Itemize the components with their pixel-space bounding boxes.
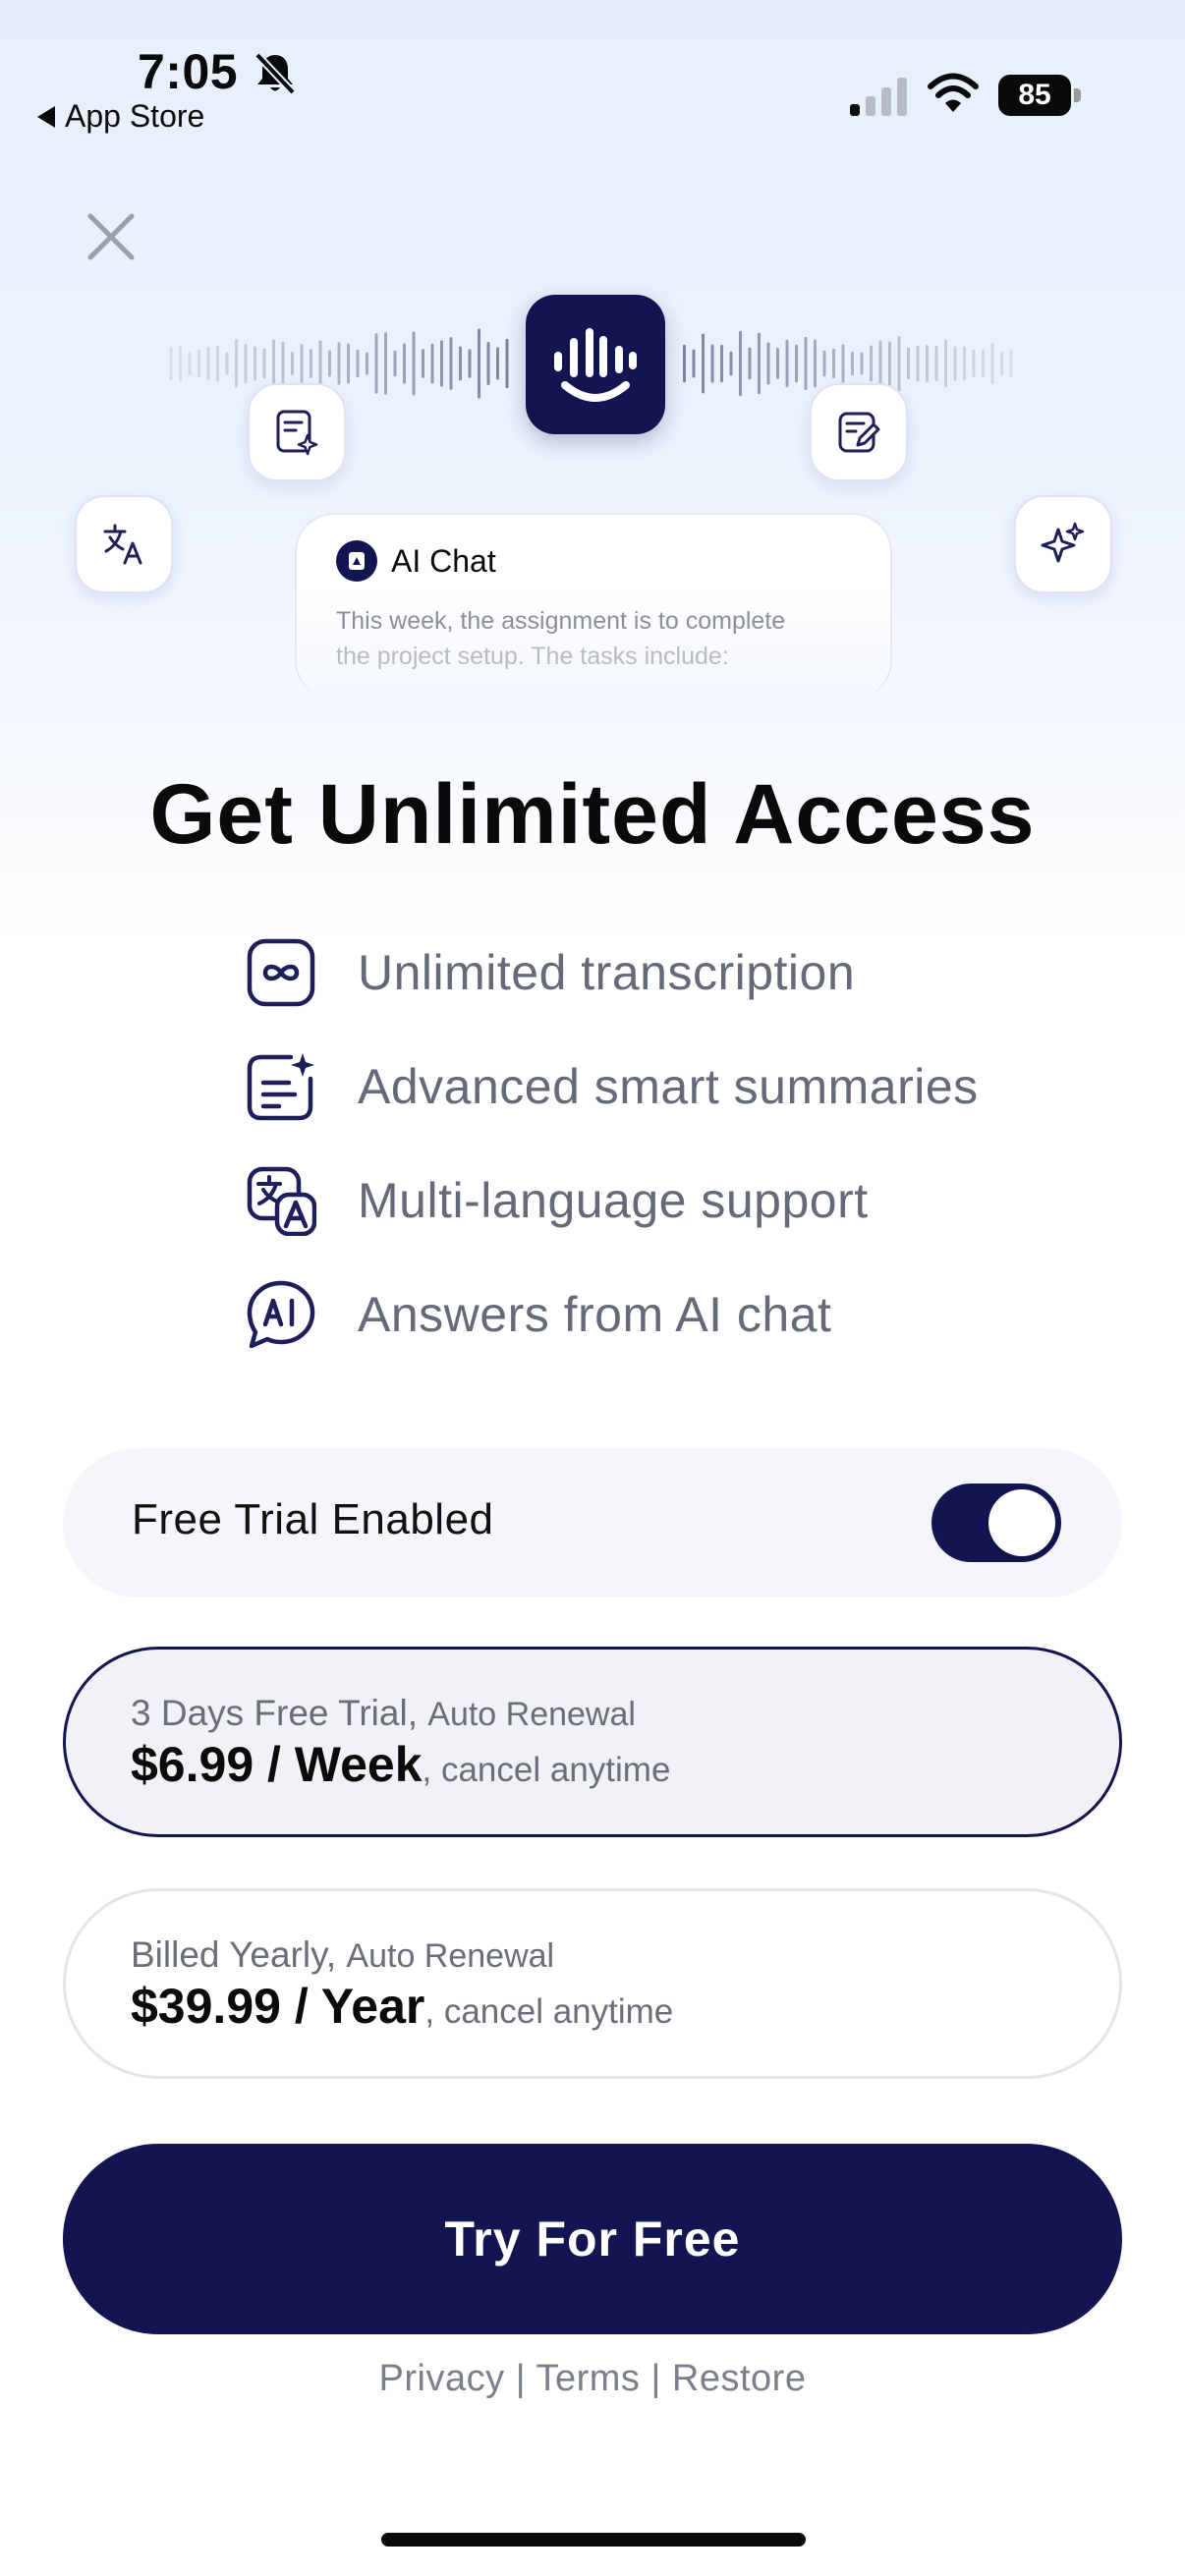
app-logo	[526, 295, 665, 434]
status-time: 7:05	[138, 44, 239, 99]
chat-line-2: the project setup. The tasks include:	[336, 643, 729, 670]
restore-link[interactable]: Restore	[672, 2358, 807, 2399]
plan-price-line: $39.99 / Year, cancel anytime	[131, 1978, 673, 2035]
cellular-signal-icon	[850, 78, 907, 116]
chat-card-title: AI Chat	[391, 542, 496, 579]
yearly-plan-option[interactable]: Billed Yearly, Auto Renewal $39.99 / Yea…	[63, 1888, 1122, 2079]
feature-item: Unlimited transcription	[246, 937, 855, 1008]
close-icon[interactable]	[83, 208, 140, 265]
bell-muted-icon	[254, 52, 296, 95]
terms-link[interactable]: Terms	[536, 2358, 640, 2399]
ai-chat-preview-card: AI Chat This week, the assignment is to …	[295, 513, 892, 700]
summary-sparkle-icon	[247, 1053, 314, 1121]
plan-price: $6.99 / Week	[131, 1737, 423, 1792]
edit-note-tile	[810, 383, 908, 481]
feature-text: Answers from AI chat	[358, 1287, 832, 1342]
footer-links: Privacy | Terms | Restore	[0, 2358, 1185, 2400]
plan-description: 3 Days Free Trial, Auto Renewal	[131, 1693, 636, 1734]
page-title: Get Unlimited Access	[149, 767, 1036, 862]
plan-cancel-note: , cancel anytime	[422, 1751, 671, 1789]
weekly-plan-option[interactable]: 3 Days Free Trial, Auto Renewal $6.99 / …	[63, 1647, 1122, 1837]
free-trial-toggle[interactable]	[931, 1484, 1061, 1562]
microphone-wave-icon	[554, 328, 637, 402]
plan-cancel-note: , cancel anytime	[424, 1992, 674, 2031]
battery-cap	[1074, 88, 1081, 102]
chat-line-1: This week, the assignment is to complete	[336, 607, 786, 635]
chat-card-body: This week, the assignment is to complete…	[336, 603, 851, 674]
battery-indicator: 85	[998, 75, 1081, 116]
translate-icon	[247, 1166, 316, 1236]
toggle-knob	[988, 1489, 1055, 1556]
plan-price: $39.99 / Year	[131, 1979, 425, 2034]
plan-description: Billed Yearly, Auto Renewal	[131, 1934, 554, 1976]
feature-text: Multi-language support	[358, 1173, 869, 1228]
sparkles-icon	[1041, 522, 1085, 563]
chat-card-header: AI Chat	[336, 540, 851, 582]
plan-price-line: $6.99 / Week, cancel anytime	[131, 1736, 670, 1793]
footer-separator: |	[650, 2358, 661, 2399]
privacy-link[interactable]: Privacy	[379, 2358, 505, 2399]
note-edit-icon	[838, 412, 880, 453]
translate-icon	[103, 524, 142, 565]
home-indicator	[381, 2533, 806, 2547]
ai-chat-bubble-icon	[247, 1280, 315, 1349]
infinity-icon	[247, 938, 315, 1007]
feature-text: Unlimited transcription	[358, 945, 856, 1000]
wifi-icon	[928, 73, 979, 112]
feature-item: Answers from AI chat	[246, 1279, 831, 1350]
chat-document-icon	[336, 540, 377, 582]
back-arrow-icon	[37, 105, 55, 128]
sparkle-tile	[1014, 495, 1112, 593]
plan-renewal-text: Auto Renewal	[427, 1696, 636, 1733]
plan-renewal-text: Auto Renewal	[346, 1937, 555, 1975]
feature-text: Advanced smart summaries	[358, 1059, 979, 1114]
footer-separator: |	[515, 2358, 527, 2399]
feature-item: Multi-language support	[246, 1165, 869, 1236]
free-trial-label: Free Trial Enabled	[132, 1495, 494, 1543]
document-sparkle-icon	[276, 410, 318, 456]
back-to-app-store[interactable]: App Store	[37, 98, 204, 135]
plan-trial-text: 3 Days Free Trial,	[131, 1693, 418, 1733]
summary-tile	[248, 383, 346, 481]
back-app-label: App Store	[65, 98, 205, 134]
feature-item: Advanced smart summaries	[246, 1051, 979, 1122]
plan-billing-text: Billed Yearly,	[131, 1934, 337, 1975]
try-for-free-button[interactable]: Try For Free	[63, 2144, 1122, 2334]
translate-tile	[75, 495, 173, 593]
battery-level: 85	[998, 75, 1071, 116]
